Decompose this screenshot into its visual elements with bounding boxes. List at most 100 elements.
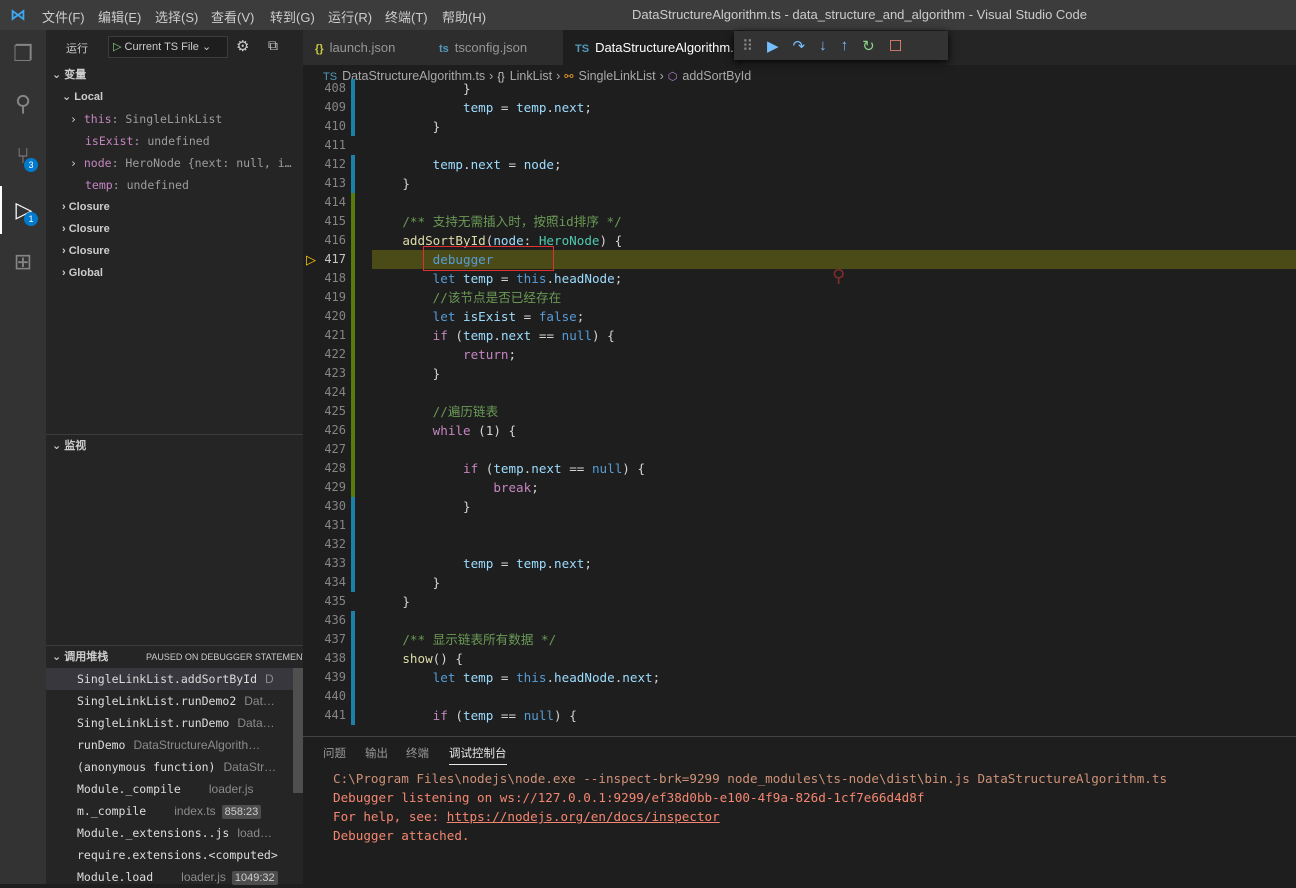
code-line: 414: [303, 193, 1296, 212]
variable-item[interactable]: temp: undefined: [46, 174, 303, 196]
debug-console-icon[interactable]: ⧉: [268, 37, 278, 54]
debug-badge: 1: [24, 212, 38, 226]
variables-section-header[interactable]: ⌄ 变量: [46, 64, 303, 86]
menu-item[interactable]: 查看(V): [211, 7, 254, 26]
magnifier-icon: ⚲: [832, 266, 846, 286]
panel-tab[interactable]: 输出: [365, 745, 388, 761]
editor-tab[interactable]: ts tsconfig.json: [427, 30, 563, 65]
callstack-frame[interactable]: SingleLinkList.runDemo Data…: [46, 712, 293, 734]
callstack-frame[interactable]: Module.load loader.js 1049:32: [46, 866, 293, 888]
code-editor[interactable]: 408 } 409 temp = temp.next; 410 } 411 412 te…: [303, 79, 1296, 736]
variable-item[interactable]: › node: HeroNode {next: null, i…: [46, 152, 303, 174]
code-token: let: [372, 271, 463, 286]
variable-name: temp: [85, 178, 113, 192]
code-text: temp.next = node;: [372, 155, 562, 174]
source-control-icon[interactable]: ⑂ 3: [0, 132, 46, 180]
callstack-scrollbar[interactable]: [293, 668, 303, 793]
callstack-frame[interactable]: require.extensions.<computed>: [46, 844, 293, 866]
line-number: 422: [324, 347, 346, 361]
start-debug-icon[interactable]: ▷: [113, 41, 121, 53]
callstack-frame[interactable]: runDemo DataStructureAlgorith…: [46, 734, 293, 756]
code-token: (: [447, 328, 463, 343]
panel-tab[interactable]: 调试控制台: [449, 745, 507, 765]
frame-name: SingleLinkList.runDemo2: [77, 694, 237, 708]
drag-handle-icon[interactable]: ⠿: [742, 37, 753, 55]
panel-tab[interactable]: 终端: [406, 745, 429, 761]
variable-value: SingleLinkList: [125, 112, 223, 126]
console-link[interactable]: https://nodejs.org/en/docs/inspector: [447, 809, 720, 824]
callstack-frame[interactable]: SingleLinkList.addSortById D: [46, 668, 293, 690]
code-text: //遍历链表: [372, 402, 499, 421]
code-token: ==: [561, 461, 592, 476]
step-over-icon[interactable]: ↷: [793, 37, 806, 55]
scope-item[interactable]: › Closure: [46, 196, 303, 218]
menu-item[interactable]: 转到(G): [270, 7, 315, 26]
menu-item[interactable]: 终端(T): [385, 7, 428, 26]
gutter-change-marker: [351, 668, 355, 687]
line-number: 429: [324, 480, 346, 494]
panel-tab[interactable]: 问题: [323, 745, 346, 761]
scope-label: Global: [68, 267, 103, 279]
search-icon[interactable]: ⚲: [0, 80, 46, 128]
watch-section-header[interactable]: ⌄ 监视: [46, 435, 303, 457]
code-token: //该节点是否已经存在: [372, 290, 562, 305]
gutter-change-marker: [351, 364, 355, 383]
debug-config-label: Current TS File: [124, 41, 199, 53]
callstack-frame[interactable]: Module._extensions..js load…: [46, 822, 293, 844]
callstack-frame[interactable]: (anonymous function) DataStr…: [46, 756, 293, 778]
scope-item[interactable]: › Closure: [46, 218, 303, 240]
line-number: 430: [324, 499, 346, 513]
continue-icon[interactable]: ▶: [767, 37, 779, 55]
code-token: //遍历链表: [372, 404, 499, 419]
variable-item[interactable]: › this: SingleLinkList: [46, 108, 303, 130]
scm-badge: 3: [24, 158, 38, 172]
menu-item[interactable]: 运行(R): [328, 7, 372, 26]
callstack-frame[interactable]: SingleLinkList.runDemo2 Dat…: [46, 690, 293, 712]
code-token: next: [554, 100, 585, 115]
local-scope[interactable]: ⌄ Local: [46, 86, 303, 108]
scope-item[interactable]: › Global: [46, 262, 303, 284]
gutter-change-marker: [351, 288, 355, 307]
gutter-change-marker: [351, 611, 355, 630]
run-debug-icon[interactable]: ▷ 1: [0, 186, 46, 234]
chevron-down-icon: ⌄: [201, 41, 212, 53]
code-token: ;: [576, 309, 585, 324]
step-into-icon[interactable]: ↓: [819, 37, 827, 54]
run-label: 运行: [66, 43, 88, 55]
extensions-icon[interactable]: ⊞: [0, 238, 46, 286]
explorer-icon[interactable]: ❐: [0, 30, 46, 78]
scope-item[interactable]: › Closure: [46, 240, 303, 262]
gear-icon[interactable]: ⚙: [236, 37, 249, 55]
code-line: 435 }: [303, 592, 1296, 611]
step-out-icon[interactable]: ↑: [841, 37, 849, 54]
variable-value: undefined: [126, 178, 189, 192]
code-text: let temp = this.headNode;: [372, 269, 623, 288]
code-token: this: [516, 670, 547, 685]
gutter-change-marker: [351, 516, 355, 535]
menu-item[interactable]: 编辑(E): [98, 7, 141, 26]
debug-config-select[interactable]: ▷ Current TS File ⌄: [108, 36, 228, 58]
code-text: /** 支持无需插入时，按照id排序 */: [372, 212, 621, 231]
callstack-frame[interactable]: Module._compile loader.js: [46, 778, 293, 800]
code-token: =: [516, 309, 539, 324]
stop-icon[interactable]: ☐: [889, 37, 902, 55]
code-line: 431: [303, 516, 1296, 535]
menu-item[interactable]: 文件(F): [42, 7, 85, 26]
menu-item[interactable]: 选择(S): [155, 7, 198, 26]
code-text: }: [372, 174, 410, 193]
editor-tab[interactable]: {} launch.json: [303, 30, 427, 65]
line-number: 419: [324, 290, 346, 304]
code-line: 427: [303, 440, 1296, 459]
editor-tab[interactable]: TS DataStructureAlgorithm.: [563, 30, 743, 65]
variables-title: 变量: [64, 69, 87, 81]
frame-file: loader.js: [208, 782, 254, 796]
line-number: 426: [324, 423, 346, 437]
code-text: break;: [372, 478, 539, 497]
code-text: if (temp == null) {: [372, 706, 577, 725]
file-type-icon: TS: [575, 43, 590, 55]
variable-item[interactable]: isExist: undefined: [46, 130, 303, 152]
callstack-section-header[interactable]: ⌄ 调用堆栈 PAUSED ON DEBUGGER STATEMENT: [46, 646, 303, 668]
callstack-frame[interactable]: m._compile index.ts 858:23: [46, 800, 293, 822]
restart-icon[interactable]: ↻: [862, 37, 875, 55]
menu-item[interactable]: 帮助(H): [442, 7, 486, 26]
